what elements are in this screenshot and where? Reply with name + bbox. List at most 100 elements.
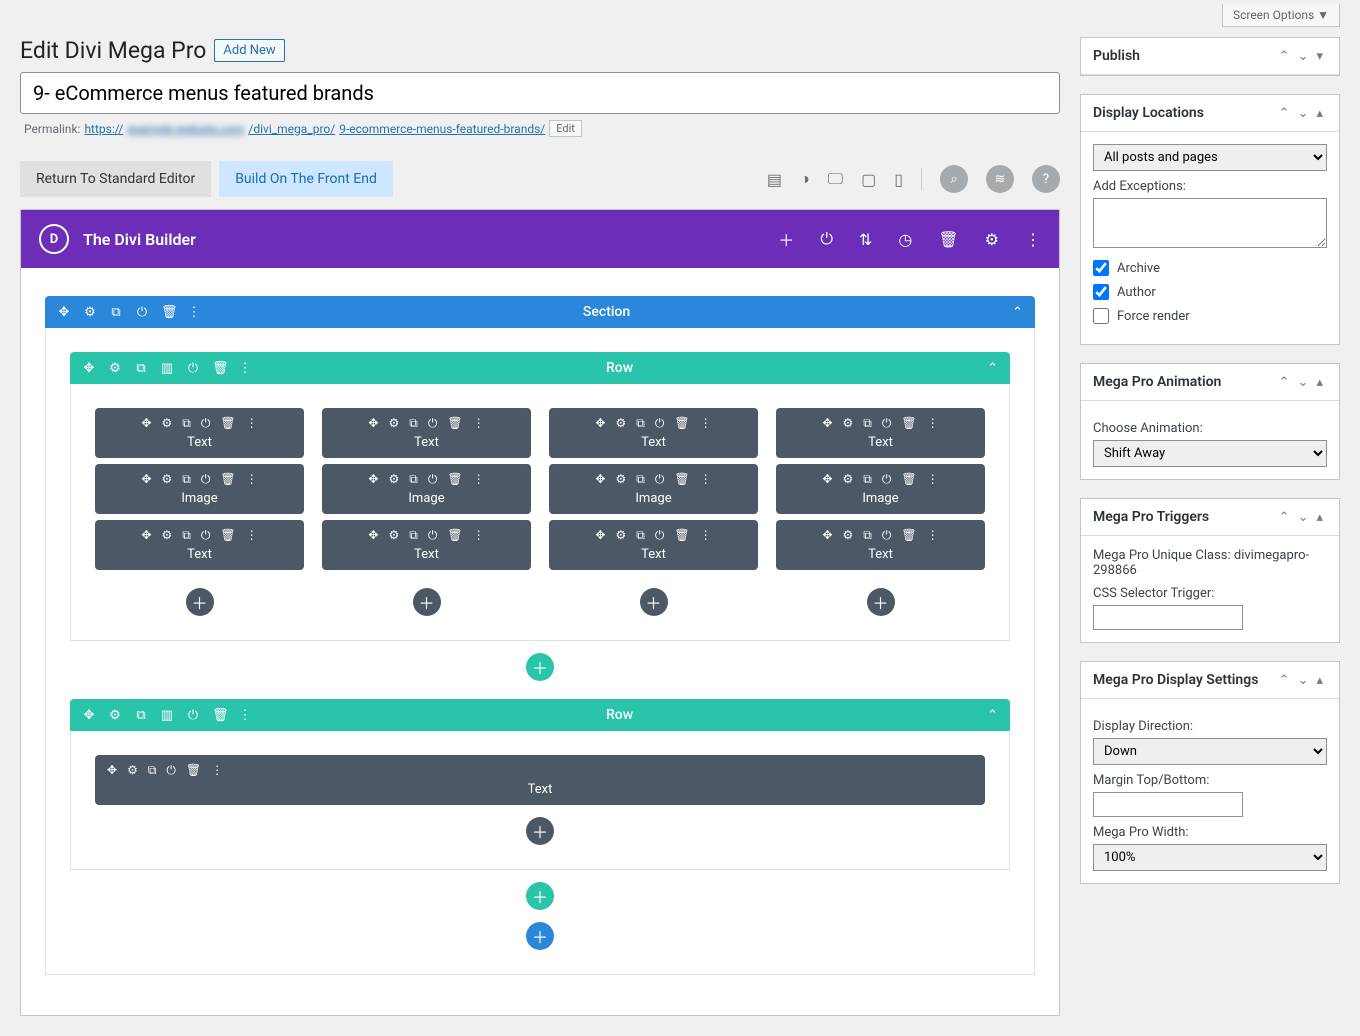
move-icon[interactable]: ✥	[595, 528, 605, 543]
move-icon[interactable]: ✥	[107, 763, 117, 778]
gear-icon[interactable]: ⚙	[388, 416, 399, 431]
power-icon[interactable]: ⏻	[882, 528, 892, 543]
power-icon[interactable]: ⏻	[186, 361, 200, 376]
text-module[interactable]: ✥⚙⧉⏻🗑⋮ Text	[95, 408, 304, 458]
add-row-button[interactable]: ＋	[526, 653, 554, 681]
section-bar[interactable]: ✥ ⚙ ⧉ ⏻ 🗑 ⋮ Section ⌃	[45, 296, 1035, 328]
layers-icon[interactable]: ≋	[986, 165, 1014, 193]
more-icon[interactable]: ⋮	[246, 528, 258, 543]
power-icon[interactable]: ⏻	[655, 416, 665, 431]
more-icon[interactable]: ⋮	[927, 416, 939, 431]
trash-icon[interactable]: 🗑	[901, 472, 916, 487]
image-module[interactable]: ✥⚙⧉⏻🗑⋮Image	[322, 464, 531, 514]
chevron-up-icon[interactable]: ⌃	[987, 708, 998, 723]
image-module[interactable]: ✥⚙⧉⏻🗑⋮Image	[549, 464, 758, 514]
gear-icon[interactable]: ⚙	[615, 416, 626, 431]
power-icon[interactable]: ⏻	[655, 472, 665, 487]
post-title-input[interactable]	[20, 72, 1060, 114]
duplicate-icon[interactable]: ⧉	[863, 416, 872, 431]
gear-icon[interactable]: ⚙	[127, 763, 138, 778]
duplicate-icon[interactable]: ⧉	[182, 416, 191, 431]
move-icon[interactable]: ✥	[141, 528, 151, 543]
panel-up-icon[interactable]: ⌃	[1275, 49, 1294, 64]
duplicate-icon[interactable]: ⧉	[409, 416, 418, 431]
permalink-path[interactable]: /divi_mega_pro/	[248, 122, 335, 136]
text-module[interactable]: ✥⚙⧉⏻🗑⋮Text	[322, 408, 531, 458]
add-row-button[interactable]: ＋	[526, 882, 554, 910]
duplicate-icon[interactable]: ⧉	[182, 472, 191, 487]
more-icon[interactable]: ⋮	[927, 528, 939, 543]
panel-up-icon[interactable]: ⌃	[1275, 106, 1294, 121]
more-icon[interactable]: ⋮	[238, 708, 252, 723]
search-icon[interactable]: ⌕	[940, 165, 968, 193]
chevron-up-icon[interactable]: ⌃	[987, 361, 998, 376]
direction-select[interactable]: Down	[1093, 738, 1327, 765]
trash-icon[interactable]: 🗑	[220, 416, 235, 431]
permalink-domain[interactable]: example-website.com	[127, 122, 244, 136]
add-module-button[interactable]: ＋	[526, 817, 554, 845]
gear-icon[interactable]: ⚙	[842, 416, 853, 431]
power-icon[interactable]: ⏻	[201, 416, 211, 431]
power-icon[interactable]: ⏻	[186, 708, 200, 723]
text-module[interactable]: ✥⚙⧉⏻🗑⋮ Text	[95, 520, 304, 570]
duplicate-icon[interactable]: ⧉	[863, 472, 872, 487]
duplicate-icon[interactable]: ⧉	[109, 305, 123, 320]
move-icon[interactable]: ✥	[822, 472, 832, 487]
animation-select[interactable]: Shift Away	[1093, 440, 1327, 467]
add-module-button[interactable]: ＋	[413, 588, 441, 616]
more-icon[interactable]: ⋮	[246, 416, 258, 431]
columns-icon[interactable]: ▥	[160, 708, 174, 723]
panel-down-icon[interactable]: ⌄	[1294, 375, 1313, 390]
gear-icon[interactable]: ⚙	[388, 472, 399, 487]
trash-icon[interactable]: 🗑	[674, 416, 689, 431]
permalink-proto[interactable]: https://	[84, 122, 123, 136]
panel-up-icon[interactable]: ⌃	[1275, 673, 1294, 688]
move-icon[interactable]: ✥	[368, 416, 378, 431]
author-checkbox[interactable]	[1093, 284, 1109, 300]
trash-icon[interactable]: 🗑	[186, 763, 201, 778]
trash-icon[interactable]: 🗑	[447, 528, 462, 543]
text-module[interactable]: ✥⚙⧉⏻🗑⋮Text	[549, 520, 758, 570]
tablet-icon[interactable]: ▢	[861, 170, 876, 189]
css-trigger-input[interactable]	[1093, 605, 1243, 630]
trash-icon[interactable]: 🗑	[447, 416, 462, 431]
add-module-button[interactable]: ＋	[640, 588, 668, 616]
locations-select[interactable]: All posts and pages	[1093, 144, 1327, 171]
chevron-up-icon[interactable]: ⌃	[1012, 305, 1023, 320]
gear-icon[interactable]: ⚙	[161, 416, 172, 431]
margin-input[interactable]	[1093, 792, 1243, 817]
more-icon[interactable]: ⋮	[700, 528, 712, 543]
more-icon[interactable]: ⋮	[473, 416, 485, 431]
more-icon[interactable]: ⋮	[927, 472, 939, 487]
duplicate-icon[interactable]: ⧉	[409, 472, 418, 487]
gear-icon[interactable]: ⚙	[108, 708, 122, 723]
more-icon[interactable]: ⋮	[473, 528, 485, 543]
row-bar[interactable]: ✥ ⚙ ⧉ ▥ ⏻ 🗑 ⋮ Row ⌃	[70, 699, 1010, 731]
frontend-build-button[interactable]: Build On The Front End	[219, 161, 393, 197]
archive-checkbox[interactable]	[1093, 260, 1109, 276]
move-icon[interactable]: ✥	[822, 528, 832, 543]
standard-editor-button[interactable]: Return To Standard Editor	[20, 161, 211, 197]
trash-icon[interactable]: 🗑	[220, 472, 235, 487]
power-icon[interactable]: ⏻	[201, 528, 211, 543]
panel-down-icon[interactable]: ⌄	[1294, 49, 1313, 64]
gear-icon[interactable]: ⚙	[108, 361, 122, 376]
screen-options-toggle[interactable]: Screen Options ▼	[1222, 4, 1340, 27]
gear-icon[interactable]: ⚙	[388, 528, 399, 543]
exceptions-input[interactable]	[1093, 198, 1327, 248]
gear-icon[interactable]: ⚙	[161, 528, 172, 543]
more-icon[interactable]: ⋮	[238, 361, 252, 376]
add-module-button[interactable]: ＋	[867, 588, 895, 616]
add-module-button[interactable]: ＋	[186, 588, 214, 616]
image-module[interactable]: ✥⚙⧉⏻🗑⋮Image	[776, 464, 985, 514]
gear-icon[interactable]: ⚙	[615, 472, 626, 487]
power-icon[interactable]: ⏻	[655, 528, 665, 543]
trash-icon[interactable]: 🗑	[212, 708, 226, 723]
move-icon[interactable]: ✥	[82, 708, 96, 723]
move-icon[interactable]: ✥	[57, 305, 71, 320]
text-module[interactable]: ✥⚙⧉⏻🗑⋮Text	[776, 408, 985, 458]
gear-icon[interactable]: ⚙	[615, 528, 626, 543]
trash-icon[interactable]: 🗑	[901, 528, 916, 543]
power-icon[interactable]: ⏻	[428, 472, 438, 487]
panel-down-icon[interactable]: ⌄	[1294, 106, 1313, 121]
